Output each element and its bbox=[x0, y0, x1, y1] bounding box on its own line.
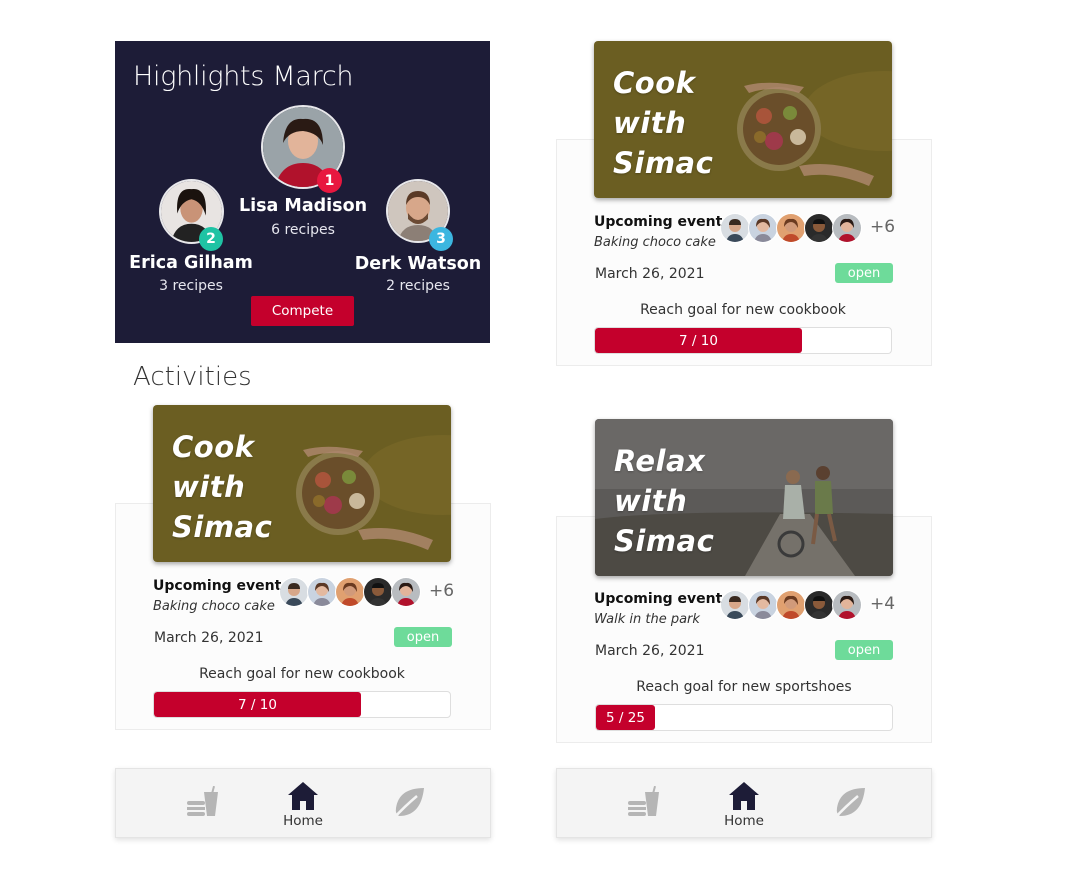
highlights-panel: Highlights March 1 Lisa Madison 6 recipe… bbox=[115, 41, 490, 343]
banner-title-line: Simac bbox=[172, 510, 273, 544]
compete-button[interactable]: Compete bbox=[251, 296, 354, 326]
banner-title-line: Simac bbox=[613, 146, 714, 180]
participant-avatar bbox=[748, 213, 778, 243]
event-banner[interactable]: Cook with Simac bbox=[594, 41, 892, 198]
nav-item-food[interactable] bbox=[605, 769, 685, 837]
status-badge: open bbox=[835, 263, 893, 283]
goal-progress-text: 5 / 25 bbox=[606, 709, 645, 726]
participant-avatar bbox=[804, 590, 834, 620]
event-name: Walk in the park bbox=[594, 612, 700, 627]
nav-item-home[interactable]: Home bbox=[704, 769, 784, 837]
goal-progress-bar: 7 / 10 bbox=[594, 327, 892, 354]
banner-title-line: Cook bbox=[172, 430, 255, 464]
nav-item-food[interactable] bbox=[164, 769, 244, 837]
event-name: Baking choco cake bbox=[594, 235, 716, 250]
event-banner[interactable]: Cook with Simac bbox=[153, 405, 451, 562]
participants-extra-count: +6 bbox=[429, 581, 455, 601]
event-date: March 26, 2021 bbox=[595, 643, 705, 659]
banner-title: Cook with Simac bbox=[613, 63, 713, 183]
participant-avatar bbox=[804, 213, 834, 243]
event-banner[interactable]: Relax with Simac bbox=[595, 419, 893, 576]
banner-title: Cook with Simac bbox=[172, 427, 272, 547]
banner-title-line: Cook bbox=[613, 66, 696, 100]
event-name: Baking choco cake bbox=[153, 599, 275, 614]
participant-avatar bbox=[279, 577, 309, 607]
event-date: March 26, 2021 bbox=[154, 630, 264, 646]
leader-2-recipes: 3 recipes bbox=[159, 278, 223, 294]
bottom-nav: Home bbox=[115, 768, 491, 838]
participant-avatar bbox=[832, 213, 862, 243]
leader-3-recipes: 2 recipes bbox=[386, 278, 450, 294]
nav-label-home: Home bbox=[283, 813, 323, 829]
banner-title-line: Simac bbox=[614, 524, 715, 558]
participant-avatar bbox=[720, 213, 750, 243]
leaf-icon bbox=[833, 788, 865, 820]
event-date: March 26, 2021 bbox=[595, 266, 705, 282]
participant-avatar bbox=[776, 213, 806, 243]
home-icon bbox=[288, 782, 318, 810]
food-drink-icon bbox=[187, 786, 218, 816]
participant-avatar bbox=[307, 577, 337, 607]
participant-avatar bbox=[391, 577, 421, 607]
activities-title: Activities bbox=[133, 362, 252, 392]
goal-label: Reach goal for new cookbook bbox=[199, 666, 405, 682]
goal-progress-bar: 5 / 25 bbox=[595, 704, 893, 731]
rank-3-badge: 3 bbox=[429, 227, 453, 251]
participants-extra-count: +6 bbox=[870, 217, 896, 237]
food-drink-icon bbox=[628, 786, 659, 816]
leader-1-name: Lisa Madison bbox=[238, 196, 368, 216]
banner-title-line: with bbox=[614, 484, 688, 518]
participant-avatar bbox=[776, 590, 806, 620]
goal-label: Reach goal for new cookbook bbox=[640, 302, 846, 318]
banner-title-line: Relax bbox=[614, 444, 706, 478]
banner-title-line: with bbox=[172, 470, 246, 504]
home-icon bbox=[729, 782, 759, 810]
status-badge: open bbox=[835, 640, 893, 660]
status-badge: open bbox=[394, 627, 452, 647]
participant-avatar bbox=[335, 577, 365, 607]
rank-1-badge: 1 bbox=[317, 168, 342, 193]
bottom-nav: Home bbox=[556, 768, 932, 838]
nav-label-home: Home bbox=[724, 813, 764, 829]
participant-avatar bbox=[720, 590, 750, 620]
participants-extra-count: +4 bbox=[870, 594, 896, 614]
banner-title-line: with bbox=[613, 106, 687, 140]
goal-label: Reach goal for new sportshoes bbox=[636, 679, 852, 695]
participant-avatar bbox=[748, 590, 778, 620]
participant-avatar bbox=[363, 577, 393, 607]
nav-item-leaf[interactable] bbox=[810, 769, 890, 837]
leader-3-name: Derk Watson bbox=[354, 254, 482, 274]
leader-1-recipes: 6 recipes bbox=[271, 222, 335, 238]
highlights-title: Highlights March bbox=[133, 61, 354, 92]
nav-item-leaf[interactable] bbox=[369, 769, 449, 837]
leaf-icon bbox=[392, 788, 424, 820]
participant-avatars[interactable] bbox=[720, 590, 862, 620]
rank-1-number: 1 bbox=[324, 172, 335, 189]
goal-progress-text: 7 / 10 bbox=[238, 696, 277, 713]
participant-avatar bbox=[832, 590, 862, 620]
banner-title: Relax with Simac bbox=[614, 441, 714, 561]
rank-2-badge: 2 bbox=[199, 227, 223, 251]
rank-3-number: 3 bbox=[436, 231, 446, 247]
upcoming-event-label: Upcoming event bbox=[594, 591, 723, 607]
leader-2-name: Erica Gilham bbox=[129, 253, 253, 273]
goal-progress-bar: 7 / 10 bbox=[153, 691, 451, 718]
participant-avatars[interactable] bbox=[279, 577, 421, 607]
rank-2-number: 2 bbox=[206, 231, 216, 247]
nav-item-home[interactable]: Home bbox=[263, 769, 343, 837]
upcoming-event-label: Upcoming event bbox=[594, 214, 723, 230]
goal-progress-text: 7 / 10 bbox=[679, 332, 718, 349]
participant-avatars[interactable] bbox=[720, 213, 862, 243]
upcoming-event-label: Upcoming event bbox=[153, 578, 282, 594]
